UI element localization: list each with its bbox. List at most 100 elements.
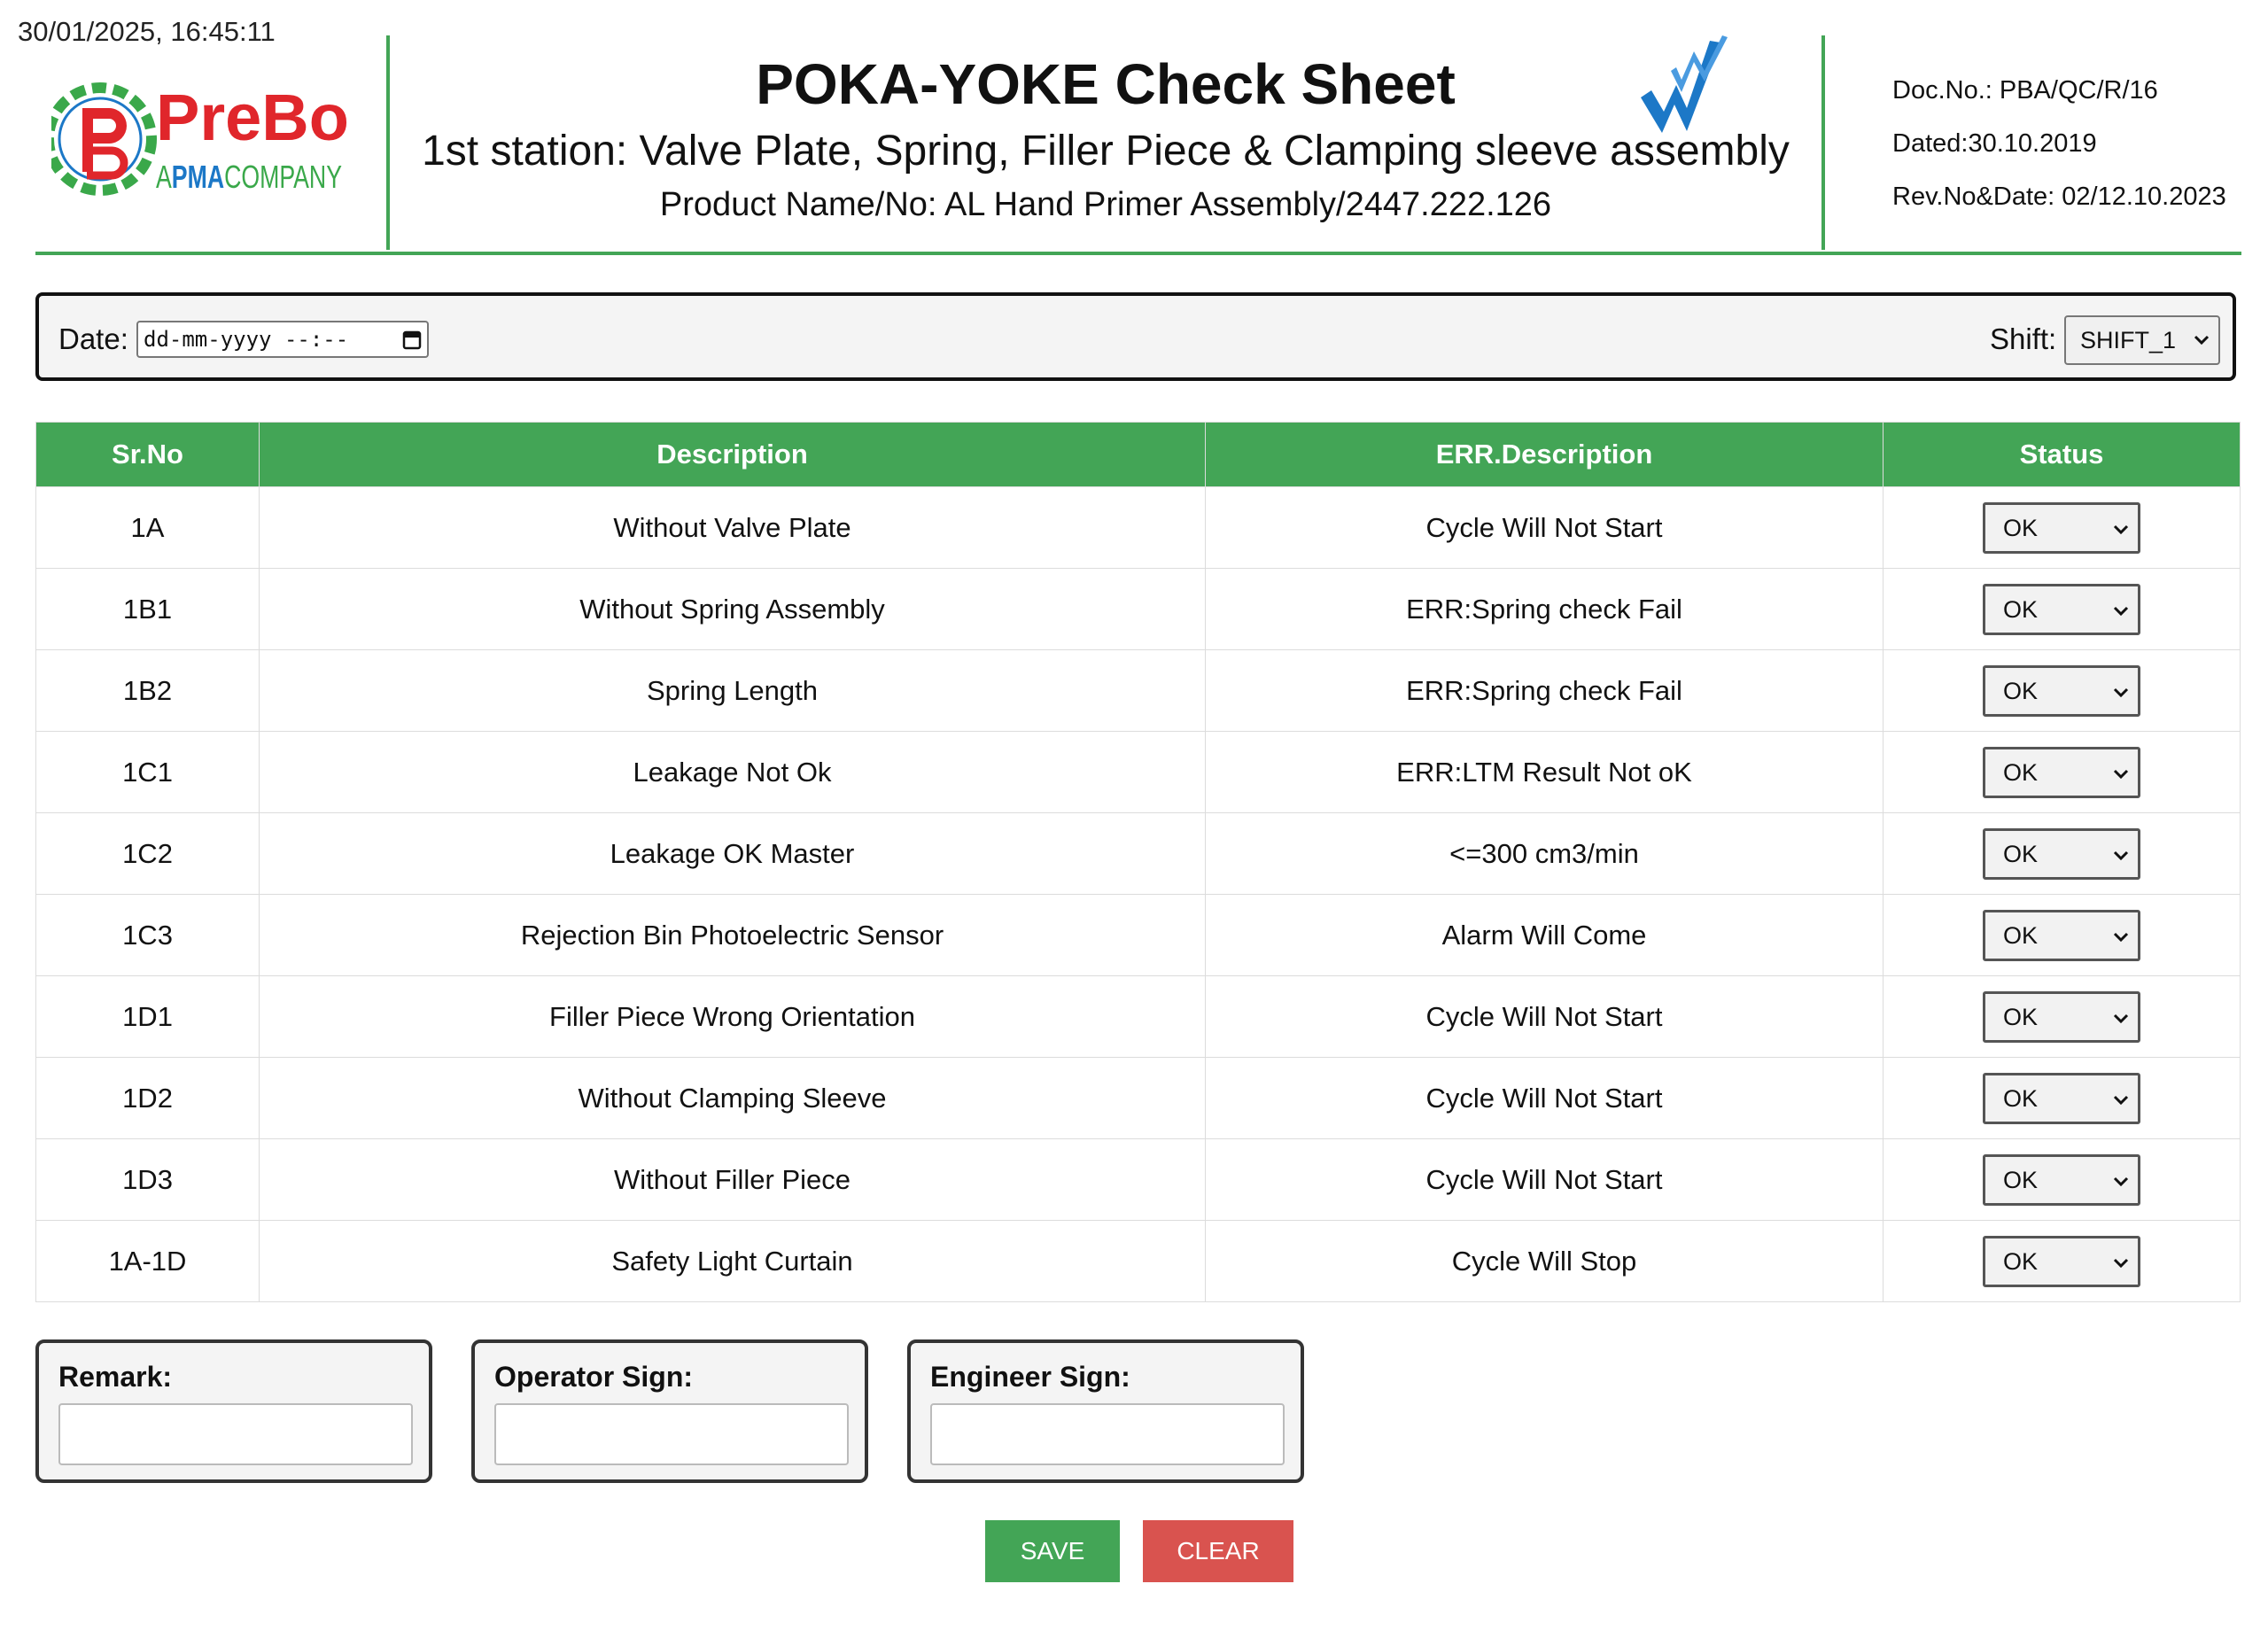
table-row: 1C3 Rejection Bin Photoelectric Sensor A… xyxy=(35,894,2241,976)
chevron-down-icon xyxy=(2113,687,2129,697)
cell-status: OK xyxy=(1883,649,2241,732)
status-select[interactable]: OK xyxy=(1983,909,2140,961)
prebo-logo: PreBo APMACOMPANY xyxy=(51,81,349,196)
status-select[interactable]: OK xyxy=(1983,1235,2140,1287)
engineer-sign-input[interactable] xyxy=(930,1403,1285,1465)
cell-err-description: ERR:Spring check Fail xyxy=(1205,649,1884,732)
cell-status: OK xyxy=(1883,1220,2241,1302)
status-value: OK xyxy=(2003,1084,2039,1112)
date-shift-panel: Date: dd-mm-yyyy --:-- Shift: SHIFT_1 xyxy=(35,292,2236,381)
gear-icon xyxy=(51,82,157,196)
chevron-down-icon xyxy=(2113,1013,2129,1023)
cell-description: Filler Piece Wrong Orientation xyxy=(259,975,1206,1058)
cell-srno: 1C3 xyxy=(35,894,260,976)
status-value: OK xyxy=(2003,840,2039,867)
operator-sign-input[interactable] xyxy=(494,1403,849,1465)
status-value: OK xyxy=(2003,1166,2039,1193)
table-row: 1C2 Leakage OK Master <=300 cm3/min OK xyxy=(35,812,2241,895)
cell-srno: 1D1 xyxy=(35,975,260,1058)
cell-err-description: Alarm Will Come xyxy=(1205,894,1884,976)
engineer-sign-panel: Engineer Sign: xyxy=(907,1339,1304,1483)
remark-label: Remark: xyxy=(58,1361,173,1393)
doc-dated: Dated:30.10.2019 xyxy=(1892,129,2097,158)
w-mark-icon xyxy=(1641,35,1728,133)
header-divider-bottom xyxy=(35,252,2241,255)
col-header-description: Description xyxy=(259,422,1206,487)
doc-number: Doc.No.: PBA/QC/R/16 xyxy=(1892,76,2158,105)
col-header-srno: Sr.No xyxy=(35,422,260,487)
cell-description: Without Clamping Sleeve xyxy=(259,1057,1206,1139)
station-subtitle: 1st station: Valve Plate, Spring, Filler… xyxy=(422,128,1790,175)
table-row: 1B2 Spring Length ERR:Spring check Fail … xyxy=(35,649,2241,732)
cell-description: Without Spring Assembly xyxy=(259,568,1206,650)
cell-status: OK xyxy=(1883,731,2241,813)
print-timestamp: 30/01/2025, 16:45:11 xyxy=(18,16,276,47)
product-line: Product Name/No: AL Hand Primer Assembly… xyxy=(659,186,1552,223)
col-header-err-description: ERR.Description xyxy=(1205,422,1884,487)
status-value: OK xyxy=(2003,758,2039,786)
cell-srno: 1C1 xyxy=(35,731,260,813)
checksheet-table: Sr.No Description ERR.Description Status… xyxy=(35,422,2241,1302)
cell-err-description: Cycle Will Stop xyxy=(1205,1220,1884,1302)
table-row: 1D3 Without Filler Piece Cycle Will Not … xyxy=(35,1138,2241,1221)
cell-description: Spring Length xyxy=(259,649,1206,732)
status-select[interactable]: OK xyxy=(1983,990,2140,1043)
remark-panel: Remark: xyxy=(35,1339,432,1483)
cell-status: OK xyxy=(1883,568,2241,650)
header-divider-right xyxy=(1821,35,1825,250)
shift-label: Shift: xyxy=(1990,322,2057,355)
clear-button[interactable]: CLEAR xyxy=(1143,1520,1293,1582)
cell-err-description: Cycle Will Not Start xyxy=(1205,486,1884,569)
cell-description: Rejection Bin Photoelectric Sensor xyxy=(259,894,1206,976)
cell-srno: 1A-1D xyxy=(35,1220,260,1302)
date-placeholder: dd-mm-yyyy --:-- xyxy=(144,327,349,352)
header-divider-left xyxy=(386,35,390,250)
status-value: OK xyxy=(2003,677,2039,704)
shift-value: SHIFT_1 xyxy=(2080,327,2177,353)
calendar-icon[interactable] xyxy=(402,329,422,350)
cell-description: Safety Light Curtain xyxy=(259,1220,1206,1302)
cell-description: Leakage Not Ok xyxy=(259,731,1206,813)
cell-srno: 1D2 xyxy=(35,1057,260,1139)
chevron-down-icon xyxy=(2194,335,2210,346)
cell-description: Leakage OK Master xyxy=(259,812,1206,895)
cell-srno: 1B2 xyxy=(35,649,260,732)
cell-err-description: Cycle Will Not Start xyxy=(1205,1138,1884,1221)
engineer-sign-label: Engineer Sign: xyxy=(930,1361,1130,1393)
table-row: 1A-1D Safety Light Curtain Cycle Will St… xyxy=(35,1220,2241,1302)
status-select[interactable]: OK xyxy=(1983,746,2140,798)
chevron-down-icon xyxy=(2113,769,2129,779)
date-input[interactable]: dd-mm-yyyy --:-- xyxy=(136,321,429,358)
status-select[interactable]: OK xyxy=(1983,501,2140,554)
remark-input[interactable] xyxy=(58,1403,413,1465)
cell-status: OK xyxy=(1883,486,2241,569)
table-header-row: Sr.No Description ERR.Description Status xyxy=(35,422,2241,487)
status-value: OK xyxy=(2003,1003,2039,1030)
status-select[interactable]: OK xyxy=(1983,1153,2140,1206)
cell-srno: 1B1 xyxy=(35,568,260,650)
table-row: 1C1 Leakage Not Ok ERR:LTM Result Not oK… xyxy=(35,731,2241,813)
shift-select[interactable]: SHIFT_1 xyxy=(2064,315,2220,365)
page-title: POKA-YOKE Check Sheet xyxy=(756,52,1456,116)
cell-description: Without Filler Piece xyxy=(259,1138,1206,1221)
status-select[interactable]: OK xyxy=(1983,664,2140,717)
status-value: OK xyxy=(2003,595,2039,623)
date-label: Date: xyxy=(58,322,128,355)
chevron-down-icon xyxy=(2113,932,2129,942)
cell-err-description: <=300 cm3/min xyxy=(1205,812,1884,895)
status-select[interactable]: OK xyxy=(1983,827,2140,880)
operator-sign-panel: Operator Sign: xyxy=(471,1339,868,1483)
save-button[interactable]: SAVE xyxy=(985,1520,1120,1582)
status-select[interactable]: OK xyxy=(1983,1072,2140,1124)
status-value: OK xyxy=(2003,514,2039,541)
cell-status: OK xyxy=(1883,894,2241,976)
svg-text:APMACOMPANY: APMACOMPANY xyxy=(156,159,342,195)
table-row: 1B1 Without Spring Assembly ERR:Spring c… xyxy=(35,568,2241,650)
status-select[interactable]: OK xyxy=(1983,583,2140,635)
table-row: 1D2 Without Clamping Sleeve Cycle Will N… xyxy=(35,1057,2241,1139)
table-row: 1D1 Filler Piece Wrong Orientation Cycle… xyxy=(35,975,2241,1058)
cell-status: OK xyxy=(1883,1057,2241,1139)
cell-description: Without Valve Plate xyxy=(259,486,1206,569)
cell-err-description: Cycle Will Not Start xyxy=(1205,1057,1884,1139)
cell-status: OK xyxy=(1883,975,2241,1058)
